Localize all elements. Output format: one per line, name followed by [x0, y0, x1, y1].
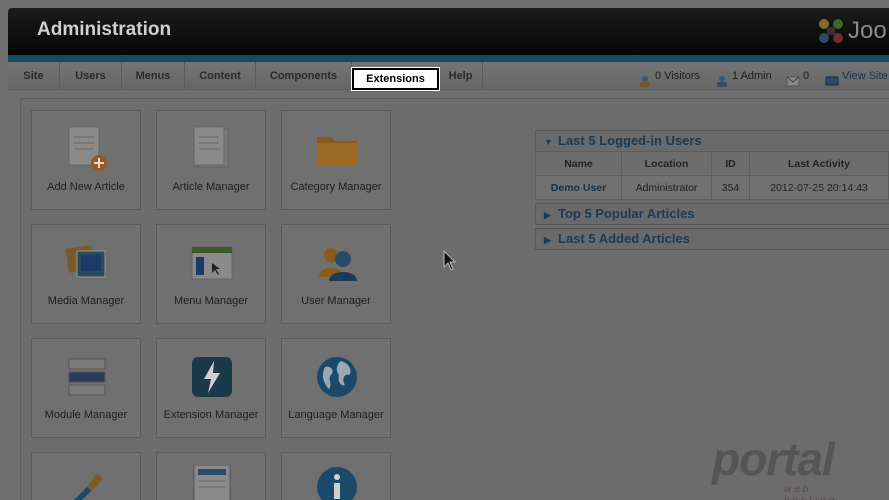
- language-manager-button[interactable]: Language Manager: [281, 338, 391, 438]
- watermark-subtext: web hosting: [784, 484, 834, 500]
- category-manager-button[interactable]: Category Manager: [281, 110, 391, 210]
- table-header-row: Name Location ID Last Activity: [535, 151, 889, 176]
- column-last-activity: Last Activity: [749, 151, 889, 176]
- admin-header: Administration Joo: [8, 8, 889, 55]
- tools-icon: [63, 467, 111, 500]
- menu-menus[interactable]: Menus: [122, 62, 185, 90]
- view-site-text[interactable]: View Site: [842, 62, 888, 90]
- header-accent-bar: [8, 55, 889, 62]
- category-manager-label: Category Manager: [290, 181, 382, 193]
- admin-icon: [715, 70, 729, 87]
- logged-in-users-table: Name Location ID Last Activity Demo User…: [535, 151, 889, 200]
- module-manager-label: Module Manager: [44, 409, 128, 421]
- popular-articles-title: Top 5 Popular Articles: [558, 206, 695, 221]
- language-manager-label: Language Manager: [288, 409, 384, 421]
- users-icon: [313, 239, 361, 287]
- joomla-logo: Joo: [816, 16, 887, 46]
- visitors-icon: [638, 70, 652, 87]
- added-articles-title: Last 5 Added Articles: [558, 231, 690, 246]
- column-name: Name: [535, 151, 622, 176]
- message-icon: [786, 70, 800, 87]
- article-manager-label: Article Manager: [172, 181, 250, 193]
- user-last-activity: 2012-07-25 20:14:43: [749, 175, 889, 200]
- collapse-arrow-icon: ▼: [544, 137, 553, 147]
- extension-manager-button[interactable]: Extension Manager: [156, 338, 266, 438]
- popular-articles-header[interactable]: ▶ Top 5 Popular Articles: [535, 203, 889, 225]
- user-name-link[interactable]: Demo User: [535, 175, 622, 200]
- media-icon: [63, 239, 111, 287]
- user-id: 354: [711, 175, 750, 200]
- table-row: Demo User Administrator 354 2012-07-25 2…: [535, 175, 889, 200]
- messages-count: 0: [803, 70, 810, 82]
- add-new-article-button[interactable]: Add New Article: [31, 110, 141, 210]
- module-icon: [63, 353, 111, 401]
- add-new-article-label: Add New Article: [47, 181, 125, 193]
- tools-button[interactable]: [31, 452, 141, 500]
- extension-icon: [188, 353, 236, 401]
- menu-users[interactable]: Users: [60, 62, 122, 90]
- added-articles-header[interactable]: ▶ Last 5 Added Articles: [535, 228, 889, 250]
- logged-in-users-header[interactable]: ▼ Last 5 Logged-in Users: [535, 130, 889, 152]
- menu-help[interactable]: Help: [439, 62, 483, 90]
- watermark-text: portal: [712, 433, 835, 485]
- article-manager-icon: [188, 125, 236, 173]
- joomla-logo-icon: [816, 16, 846, 46]
- admins-status: 1 Admin: [715, 62, 772, 90]
- template-manager-button[interactable]: [156, 452, 266, 500]
- page-title: Administration: [37, 19, 172, 40]
- monitor-icon: [825, 70, 839, 86]
- user-manager-label: User Manager: [301, 295, 371, 307]
- column-id: ID: [711, 151, 750, 176]
- template-icon: [188, 464, 236, 500]
- folder-icon: [313, 125, 361, 173]
- logged-in-users-title: Last 5 Logged-in Users: [558, 133, 702, 148]
- media-manager-label: Media Manager: [47, 295, 125, 307]
- menu-manager-icon: [188, 239, 236, 287]
- add-article-icon: [63, 125, 111, 173]
- expand-arrow-icon: ▶: [544, 235, 551, 245]
- menu-manager-button[interactable]: Menu Manager: [156, 224, 266, 324]
- menu-content[interactable]: Content: [185, 62, 256, 90]
- main-menu: Site Users Menus Content Components Exte…: [8, 62, 889, 90]
- globe-icon: [313, 353, 361, 401]
- menu-site[interactable]: Site: [8, 62, 60, 90]
- menu-components[interactable]: Components: [256, 62, 352, 90]
- expand-arrow-icon: ▶: [544, 210, 551, 220]
- article-manager-button[interactable]: Article Manager: [156, 110, 266, 210]
- visitors-status: 0 Visitors: [638, 62, 700, 90]
- mouse-cursor-icon: [443, 249, 457, 276]
- admins-count: 1 Admin: [732, 70, 772, 82]
- info-icon: [313, 465, 361, 500]
- module-manager-button[interactable]: Module Manager: [31, 338, 141, 438]
- portal-watermark: portal web hosting: [712, 432, 835, 500]
- menu-extensions[interactable]: Extensions: [352, 68, 439, 90]
- system-info-button[interactable]: [281, 452, 391, 500]
- menu-manager-label: Menu Manager: [174, 295, 248, 307]
- logo-text: Joo: [848, 17, 887, 44]
- visitors-count: 0 Visitors: [655, 70, 701, 82]
- user-manager-button[interactable]: User Manager: [281, 224, 391, 324]
- user-location: Administrator: [621, 175, 712, 200]
- media-manager-button[interactable]: Media Manager: [31, 224, 141, 324]
- column-location: Location: [621, 151, 712, 176]
- messages-status[interactable]: 0: [786, 62, 809, 90]
- view-site-link[interactable]: View Site: [825, 62, 888, 90]
- extension-manager-label: Extension Manager: [163, 409, 259, 421]
